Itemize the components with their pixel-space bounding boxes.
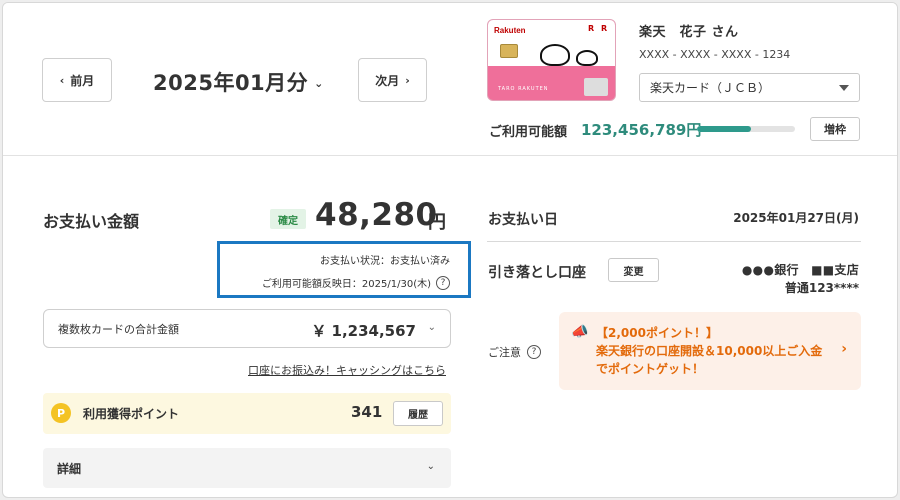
help-icon[interactable]: ? <box>436 275 450 290</box>
multi-card-label: 複数枚カードの合計金額 <box>58 322 179 336</box>
caret-down-icon <box>839 85 849 91</box>
payment-date-value: 2025年01月27日(月) <box>733 211 859 225</box>
details-label: 詳細 <box>57 461 82 476</box>
reflect-date-text: ご利用可能額反映日：2025/1/30(木) <box>261 279 431 290</box>
card-r-logo: R <box>588 24 595 33</box>
prev-month-button[interactable]: ‹ 前月 <box>42 58 112 102</box>
promo-banner[interactable]: 📣 【2,000ポイント！】 楽天銀行の口座開設＆10,000以上ご入金 でポイ… <box>559 312 861 390</box>
withdrawal-account-label: 引き落とし口座 <box>488 265 586 281</box>
increase-limit-button[interactable]: 増枠 <box>810 117 860 141</box>
card-hologram-icon <box>584 78 608 96</box>
panda-icon <box>540 44 570 66</box>
multi-card-total[interactable]: 複数枚カードの合計金額 ￥ 1,234,567 ⌄ <box>43 309 451 348</box>
payment-amount-title: お支払い金額 <box>43 212 140 231</box>
credit-card-image: Rakuten R R TARO RAKUTEN <box>487 19 616 101</box>
card-number: XXXX - XXXX - XXXX - 1234 <box>639 48 791 61</box>
payment-date-label: お支払い日 <box>488 212 558 228</box>
payment-amount: 48,280 <box>315 197 438 233</box>
bank-name: ●●●銀行 ■■支店 <box>741 263 859 277</box>
card-holder-name: 楽天 花子 さん <box>639 25 739 40</box>
card-select[interactable]: 楽天カード（ＪＣＢ） <box>639 73 860 102</box>
card-printed-name: TARO RAKUTEN <box>498 86 549 92</box>
available-amount-value: 123,456,789円 <box>581 121 702 139</box>
help-icon[interactable]: ? <box>527 345 541 359</box>
panda-small-icon <box>576 50 598 66</box>
chevron-down-icon: ⌄ <box>426 461 435 472</box>
notice-label: ご注意 <box>488 346 521 359</box>
page-frame: ‹ 前月 2025年01月分 ⌄ 次月 › Rakuten R R TARO R… <box>2 2 898 498</box>
card-select-value: 楽天カード（ＪＣＢ） <box>650 81 771 95</box>
header: ‹ 前月 2025年01月分 ⌄ 次月 › Rakuten R R TARO R… <box>3 3 897 156</box>
account-number: 普通123**** <box>784 281 859 295</box>
payment-status-box: お支払い状況：お支払い済み ご利用可能額反映日：2025/1/30(木) ? <box>217 241 471 298</box>
next-month-label: 次月 <box>375 73 400 88</box>
chevron-left-icon: ‹ <box>59 73 65 87</box>
points-label: 利用獲得ポイント <box>83 407 180 421</box>
promo-line-2: 楽天銀行の口座開設＆10,000以上ご入金 <box>596 344 823 358</box>
divider <box>487 241 861 242</box>
points-history-button[interactable]: 履歴 <box>393 401 443 426</box>
month-selector[interactable]: 2025年01月分 ⌄ <box>153 67 324 97</box>
card-chip-icon <box>500 44 518 58</box>
change-account-button[interactable]: 変更 <box>608 258 659 282</box>
payment-status-text: お支払い状況：お支払い済み <box>320 256 450 267</box>
chevron-right-icon: › <box>841 341 847 357</box>
card-r-logo-2: R <box>601 24 608 33</box>
next-month-button[interactable]: 次月 › <box>358 58 427 102</box>
promo-line-3: でポイントゲット！ <box>596 362 705 376</box>
payment-amount-unit: 円 <box>428 212 446 233</box>
multi-card-value: ￥ 1,234,567 <box>311 322 416 340</box>
notice-row: ご注意 ? <box>488 344 541 360</box>
promo-text: 【2,000ポイント！】 楽天銀行の口座開設＆10,000以上ご入金 でポイント… <box>596 324 822 378</box>
promo-line-1: 【2,000ポイント！】 <box>596 326 718 340</box>
prev-month-label: 前月 <box>70 73 95 88</box>
point-coin-icon: P <box>51 403 71 423</box>
card-brand-logo: Rakuten <box>494 26 526 35</box>
megaphone-icon: 📣 <box>571 324 589 340</box>
chevron-right-icon: › <box>405 73 410 87</box>
month-title: 2025年01月分 <box>153 71 309 95</box>
points-value: 341 <box>351 403 383 421</box>
status-badge: 確定 <box>270 209 306 229</box>
points-row: P 利用獲得ポイント 341 履歴 <box>43 393 451 434</box>
reflect-date-row: ご利用可能額反映日：2025/1/30(木) ? <box>262 275 450 290</box>
available-amount-bar <box>697 126 795 132</box>
available-amount-bar-fill <box>697 126 751 132</box>
details-accordion[interactable]: 詳細 ⌄ <box>43 448 451 488</box>
available-amount-label: ご利用可能額 <box>489 125 568 140</box>
transfer-link[interactable]: 口座にお振込み！キャッシングはこちら <box>248 362 446 378</box>
chevron-down-icon: ⌄ <box>427 322 436 333</box>
caret-down-icon: ⌄ <box>314 77 324 90</box>
